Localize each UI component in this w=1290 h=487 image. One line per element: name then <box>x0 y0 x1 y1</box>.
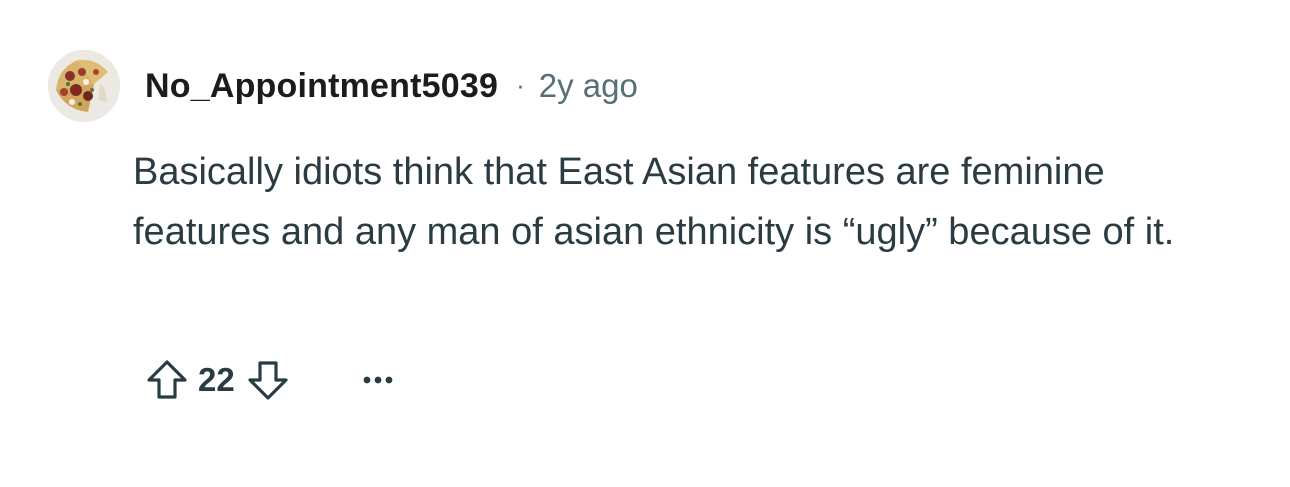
upvote-arrow-icon <box>147 360 187 399</box>
downvote-arrow-icon <box>248 361 288 400</box>
comment-body: Basically idiots think that East Asian f… <box>133 151 1175 253</box>
vote-score: 22 <box>198 361 235 398</box>
upvote-button[interactable] <box>140 353 194 407</box>
username-link[interactable]: No_Appointment5039 <box>145 67 498 106</box>
comment-header: No_Appointment5039 · 2y ago <box>145 62 638 110</box>
user-avatar[interactable] <box>48 50 120 122</box>
ellipsis-icon <box>363 376 393 384</box>
comment-timestamp[interactable]: 2y ago <box>539 67 638 105</box>
comment-actions: 22 <box>140 350 405 410</box>
meta-separator: · <box>516 69 525 100</box>
comment: No_Appointment5039 · 2y ago Basically id… <box>0 0 1290 487</box>
downvote-button[interactable] <box>241 353 295 407</box>
pizza-avatar-icon <box>48 50 120 122</box>
more-options-button[interactable] <box>351 353 405 407</box>
